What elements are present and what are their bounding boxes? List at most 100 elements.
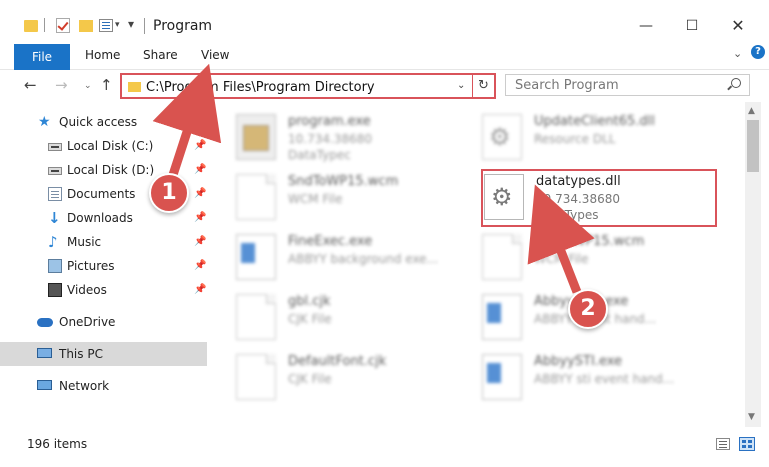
back-button[interactable]: ← xyxy=(24,76,37,94)
tab-share[interactable]: Share xyxy=(143,48,178,62)
program-exe-icon xyxy=(236,114,276,160)
file-item[interactable]: SndToWP15.wcm WCM File xyxy=(482,228,732,286)
document-icon xyxy=(236,354,276,400)
item-count: 196 items xyxy=(27,437,88,451)
pin-icon[interactable]: 📌 xyxy=(194,164,206,175)
documents-icon xyxy=(48,187,62,201)
status-bar: 196 items xyxy=(0,430,769,467)
file-item[interactable]: DefaultFont.cjk CJK File xyxy=(236,348,486,406)
sidebar-item-label: Quick access xyxy=(59,115,138,129)
sidebar-item-label: Music xyxy=(67,235,102,249)
file-detail: WCM File xyxy=(534,252,589,266)
minimize-button[interactable]: — xyxy=(634,14,658,38)
file-detail: Resource DLL xyxy=(534,132,616,146)
pin-icon[interactable]: 📌 xyxy=(194,188,206,199)
network-icon xyxy=(37,380,52,390)
file-item[interactable]: SndToWP15.wcm WCM File xyxy=(236,168,486,226)
close-button[interactable]: ✕ xyxy=(726,14,750,38)
file-item[interactable]: FineExec.exe ABBYY background exe... xyxy=(236,228,486,286)
file-item[interactable]: AbbyySTI.exe ABBYY sti event hand... xyxy=(482,348,732,406)
chevron-down-icon[interactable]: ⌄ xyxy=(457,80,465,91)
sidebar-item-label: This PC xyxy=(59,347,103,361)
pin-icon[interactable]: 📌 xyxy=(194,212,206,223)
file-name: gbl.cjk xyxy=(288,294,331,309)
pin-icon[interactable]: 📌 xyxy=(194,260,206,271)
download-icon: ↓ xyxy=(48,209,61,227)
file-detail: ABBYY sti event hand... xyxy=(534,372,675,386)
tiles-view-icon[interactable] xyxy=(739,437,755,451)
cloud-icon xyxy=(37,318,53,327)
sidebar-item-quick-access[interactable]: ★ Quick access xyxy=(0,110,207,134)
vertical-scrollbar[interactable]: ▲ ▼ xyxy=(745,102,761,427)
file-detail: 10.734.38680 xyxy=(288,132,372,146)
document-icon xyxy=(236,294,276,340)
sidebar-item-this-pc[interactable]: This PC xyxy=(0,342,207,366)
quick-access-separator xyxy=(44,18,45,32)
step-2-badge: 2 xyxy=(568,289,608,329)
pin-icon[interactable]: 📌 xyxy=(194,284,206,295)
sidebar-item-label: Downloads xyxy=(67,211,133,225)
help-icon[interactable]: ? xyxy=(751,45,765,59)
new-folder-icon[interactable] xyxy=(79,20,93,32)
app-icon xyxy=(236,234,276,280)
pin-icon[interactable]: 📌 xyxy=(194,140,206,151)
file-item[interactable]: AbbyyMsg.exe ABBYY event hand... xyxy=(482,288,732,346)
file-item[interactable]: gbl.cjk CJK File xyxy=(236,288,486,346)
up-button[interactable]: ↑ xyxy=(100,76,113,94)
title-separator xyxy=(144,18,145,34)
videos-icon xyxy=(48,283,62,297)
file-detail: CJK File xyxy=(288,312,332,326)
file-detail: ABBYY background exe... xyxy=(288,252,439,266)
details-view-icon[interactable] xyxy=(716,438,730,450)
sidebar-item-label: Pictures xyxy=(67,259,115,273)
sidebar-item-local-disk-c[interactable]: Local Disk (C:) 📌 xyxy=(0,134,207,158)
step-1-badge: 1 xyxy=(149,173,189,213)
properties-check-icon[interactable] xyxy=(56,18,70,33)
address-path[interactable]: C:\Program Files\Program Directory xyxy=(146,80,375,95)
app-icon xyxy=(482,354,522,400)
sidebar-item-label: Network xyxy=(59,379,110,393)
file-name: UpdateClient65.dll xyxy=(534,114,655,129)
navigation-pane: ★ Quick access Local Disk (C:) 📌 Local D… xyxy=(0,102,210,432)
drive-icon xyxy=(48,143,62,151)
music-icon: ♪ xyxy=(48,233,58,251)
sidebar-item-music[interactable]: ♪ Music 📌 xyxy=(0,230,207,254)
refresh-button[interactable]: ↻ xyxy=(472,75,494,97)
highlight-box xyxy=(481,169,717,227)
file-explorer-window: ▾ ▾ Program — ☐ ✕ File Home Share View ⌄… xyxy=(0,0,769,467)
chevron-down-icon[interactable]: ▾ xyxy=(115,20,120,40)
sidebar-item-onedrive[interactable]: OneDrive xyxy=(0,310,207,334)
document-icon xyxy=(236,174,276,220)
customize-toolbar-icon[interactable]: ▾ xyxy=(128,17,134,37)
tab-home[interactable]: Home xyxy=(85,48,120,62)
app-icon xyxy=(482,294,522,340)
scroll-down-icon[interactable]: ▼ xyxy=(748,412,755,422)
expand-ribbon-icon[interactable]: ⌄ xyxy=(733,47,742,60)
sidebar-item-network[interactable]: Network xyxy=(0,374,207,398)
file-name: SndToWP15.wcm xyxy=(288,174,399,189)
sidebar-item-pictures[interactable]: Pictures 📌 xyxy=(0,254,207,278)
file-item[interactable]: program.exe 10.734.38680 DataTypec xyxy=(236,108,486,166)
sidebar-item-label: Local Disk (D:) xyxy=(67,163,155,177)
pictures-icon xyxy=(48,259,62,273)
recent-locations-icon[interactable]: ⌄ xyxy=(84,81,92,91)
tab-view[interactable]: View xyxy=(201,48,229,62)
tab-file[interactable]: File xyxy=(14,44,70,70)
forward-button[interactable]: → xyxy=(55,76,68,94)
maximize-button[interactable]: ☐ xyxy=(680,14,704,38)
file-name: AbbyySTI.exe xyxy=(534,354,623,369)
file-item[interactable]: UpdateClient65.dll Resource DLL xyxy=(482,108,732,166)
address-bar[interactable]: C:\Program Files\Program Directory ⌄ ↻ xyxy=(120,73,496,99)
title-bar: ▾ ▾ Program — ☐ ✕ xyxy=(0,0,769,40)
file-type: DataTypec xyxy=(288,148,351,162)
sidebar-item-label: Videos xyxy=(67,283,107,297)
sidebar-item-videos[interactable]: Videos 📌 xyxy=(0,278,207,302)
file-name: DefaultFont.cjk xyxy=(288,354,387,369)
navigation-bar: ← → ⌄ ↑ C:\Program Files\Program Directo… xyxy=(0,70,769,102)
scroll-thumb[interactable] xyxy=(747,120,759,172)
pin-icon[interactable]: 📌 xyxy=(194,236,206,247)
search-input[interactable]: Search Program xyxy=(505,74,750,96)
properties-icon[interactable] xyxy=(99,19,113,32)
search-icon[interactable] xyxy=(731,78,741,88)
scroll-up-icon[interactable]: ▲ xyxy=(748,106,755,116)
